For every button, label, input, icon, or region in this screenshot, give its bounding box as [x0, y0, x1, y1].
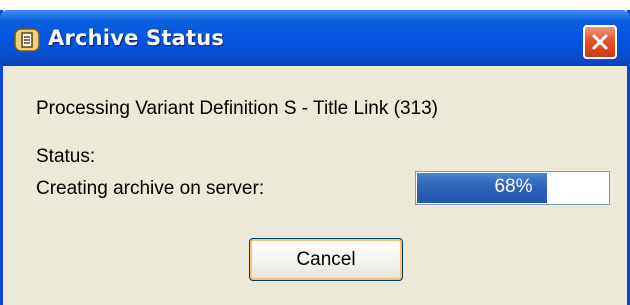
progress-percent: 68% [494, 176, 533, 197]
archive-icon [14, 28, 40, 52]
progress-bar: 68% [415, 171, 610, 205]
processing-text: Processing Variant Definition S - Title … [36, 98, 438, 119]
cancel-button[interactable]: Cancel [249, 238, 403, 281]
dialog-title: Archive Status [48, 26, 225, 50]
close-button[interactable] [583, 25, 617, 59]
title-bar[interactable]: Archive Status [0, 10, 630, 66]
desktop-background [0, 0, 630, 10]
status-label: Status: [36, 146, 96, 167]
status-detail: Creating archive on server: [36, 178, 265, 199]
dialog-body: Processing Variant Definition S - Title … [3, 66, 627, 305]
